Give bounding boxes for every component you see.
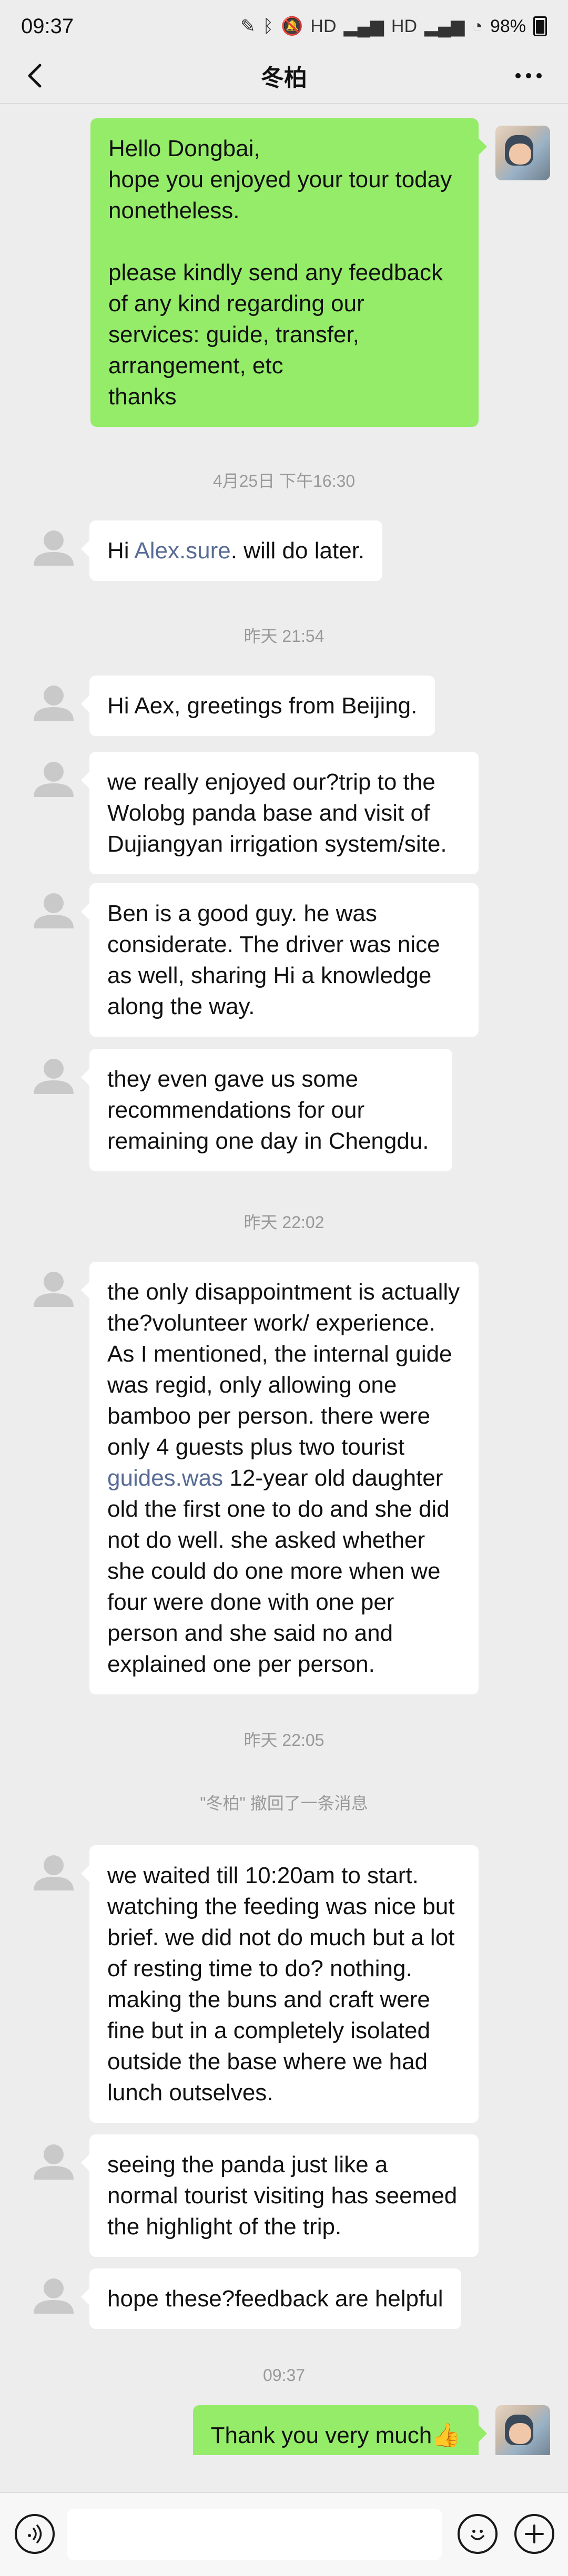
plus-button[interactable] xyxy=(514,2514,554,2554)
chevron-left-icon xyxy=(28,64,42,88)
default-avatar-icon xyxy=(34,2144,74,2180)
outgoing-message-bubble[interactable]: Hello Dongbai, hope you enjoyed your tou… xyxy=(90,118,487,427)
default-avatar-icon xyxy=(34,1059,74,1094)
incoming-message-bubble[interactable]: Ben is a good guy. he was considerate. T… xyxy=(81,883,479,1037)
timestamp: 昨天 22:02 xyxy=(244,1213,324,1232)
header-divider xyxy=(0,103,568,104)
my-avatar[interactable] xyxy=(495,2405,550,2455)
chat-header: 冬柏 xyxy=(0,53,568,99)
bluetooth-icon: ᛒ xyxy=(262,16,274,36)
hd-signal-icon: HD xyxy=(310,16,337,36)
input-bar xyxy=(0,2492,568,2576)
more-button[interactable] xyxy=(510,60,547,91)
status-icons: ✎ ᛒ 🔕 HD ▂▄▆ HD ▂▄▆ ◔ 98% xyxy=(240,16,547,37)
incoming-message-bubble[interactable]: they even gave us some recommendations f… xyxy=(81,1049,452,1171)
default-avatar-icon xyxy=(34,686,74,721)
emoji-icon xyxy=(471,2530,484,2540)
battery-percent: 98% xyxy=(490,16,526,36)
incoming-message-bubble[interactable]: the only disappointment is actually the?… xyxy=(81,1262,479,1694)
chat-area[interactable]: Hello Dongbai, hope you enjoyed your tou… xyxy=(0,110,568,2455)
voice-button[interactable] xyxy=(15,2514,55,2554)
voice-icon xyxy=(28,2524,42,2543)
default-avatar-icon xyxy=(34,893,74,928)
mute-icon: 🔕 xyxy=(281,16,303,36)
message-input[interactable] xyxy=(67,2509,442,2560)
timestamp: 昨天 21:54 xyxy=(244,627,324,646)
contact-avatar[interactable] xyxy=(26,752,81,806)
incoming-message-bubble[interactable]: Hi Alex.sure. will do later. xyxy=(80,520,383,581)
incoming-message-bubble[interactable]: we really enjoyed our?trip to the Wolobg… xyxy=(81,752,479,874)
message-link[interactable]: guides.was xyxy=(107,1465,223,1491)
timestamp: 4月25日 下午16:30 xyxy=(212,472,356,490)
back-button[interactable] xyxy=(21,62,48,89)
incoming-message-bubble[interactable]: we waited till 10:20am to start. watchin… xyxy=(81,1845,479,2123)
contact-avatar[interactable] xyxy=(26,520,81,575)
battery-icon xyxy=(533,16,547,36)
default-avatar-icon xyxy=(34,762,74,797)
wifi-icon: ◔ xyxy=(472,16,483,36)
incoming-message-bubble[interactable]: Hi Aex, greetings from Beijing. xyxy=(80,676,435,736)
chat-title: 冬柏 xyxy=(261,65,307,91)
5g-signal-icon: ▂▄▆ xyxy=(343,16,384,36)
message-text: . will do later. xyxy=(230,538,365,564)
contact-avatar[interactable] xyxy=(26,676,81,730)
5g-signal-icon-2: ▂▄▆ xyxy=(424,16,465,36)
plus-icon xyxy=(525,2524,544,2543)
hd-signal-icon-2: HD xyxy=(391,16,417,36)
contact-avatar[interactable] xyxy=(26,883,81,938)
message-text: Hi xyxy=(107,538,135,564)
contact-avatar[interactable] xyxy=(26,2134,81,2189)
status-bar: 09:37 ✎ ᛒ 🔕 HD ▂▄▆ HD ▂▄▆ ◔ 98% xyxy=(0,0,568,53)
timestamp: 09:37 xyxy=(262,2366,306,2385)
message-text: 12-year old daughter old the first one t… xyxy=(107,1465,456,1677)
incoming-message-bubble[interactable]: seeing the panda just like a normal tour… xyxy=(81,2134,479,2257)
contact-avatar[interactable] xyxy=(26,1262,81,1316)
default-avatar-icon xyxy=(34,2278,74,2314)
pen-icon: ✎ xyxy=(240,16,256,36)
more-dots-icon xyxy=(515,73,542,78)
recall-notice: "冬柏" 撤回了一条消息 xyxy=(200,1794,368,1813)
message-link[interactable]: Alex.sure xyxy=(134,538,230,564)
status-time: 09:37 xyxy=(21,14,74,38)
default-avatar-icon xyxy=(34,1855,74,1890)
message-text: the only disappointment is actually the?… xyxy=(107,1279,466,1460)
contact-avatar[interactable] xyxy=(26,1845,81,1900)
emoji-button[interactable] xyxy=(458,2514,498,2554)
default-avatar-icon xyxy=(34,1272,74,1307)
my-avatar[interactable] xyxy=(495,126,550,180)
outgoing-message-bubble[interactable]: Thank you very much👍 xyxy=(192,2405,488,2455)
incoming-message-bubble[interactable]: hope these?feedback are helpful xyxy=(81,2268,461,2329)
contact-avatar[interactable] xyxy=(26,2268,81,2323)
contact-avatar[interactable] xyxy=(26,1049,81,1103)
timestamp: 昨天 22:05 xyxy=(244,1731,324,1750)
default-avatar-icon xyxy=(34,530,74,566)
